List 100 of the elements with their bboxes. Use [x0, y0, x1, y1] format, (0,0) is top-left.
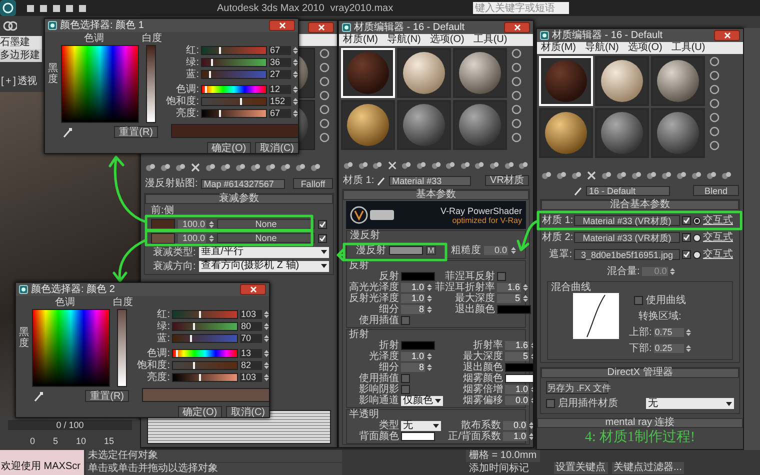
- slider-thumb[interactable]: [193, 362, 196, 369]
- menu-item[interactable]: 工具(U): [671, 42, 706, 54]
- mode-link[interactable]: 交互式: [703, 230, 733, 245]
- slider-thumb[interactable]: [176, 350, 178, 357]
- number-field[interactable]: 36: [269, 58, 291, 67]
- tool-icon[interactable]: [676, 170, 687, 180]
- slider-track[interactable]: [172, 310, 238, 319]
- tool-icon[interactable]: [343, 160, 354, 170]
- radio-button[interactable]: [693, 216, 701, 224]
- tool-icon[interactable]: [631, 170, 642, 180]
- close-button[interactable]: [308, 22, 334, 33]
- tool-icon[interactable]: [205, 162, 216, 172]
- menu-item[interactable]: 导航(N): [387, 34, 421, 46]
- tool-icon[interactable]: [721, 170, 732, 180]
- amount-field[interactable]: 100.0: [178, 234, 206, 242]
- slider-thumb[interactable]: [198, 374, 201, 381]
- material-name-field[interactable]: Material #33: [389, 176, 472, 186]
- slider-track[interactable]: [201, 58, 267, 67]
- color-swatch[interactable]: [151, 232, 175, 244]
- ok-button[interactable]: 确定(O): [178, 406, 222, 417]
- tool-icon[interactable]: [160, 162, 171, 172]
- checkbox[interactable]: [682, 250, 691, 259]
- material-slot[interactable]: [453, 48, 507, 98]
- mode-link[interactable]: 交互式: [703, 213, 733, 228]
- tool-icon[interactable]: [401, 160, 412, 170]
- delete-icon[interactable]: [190, 162, 201, 172]
- slider-thumb[interactable]: [192, 323, 195, 330]
- number-field[interactable]: 0.0: [505, 396, 529, 405]
- tool-icon[interactable]: [661, 170, 672, 180]
- checkbox[interactable]: [682, 216, 691, 225]
- tool-icon[interactable]: [706, 170, 717, 180]
- slider-track[interactable]: [201, 97, 267, 106]
- checkbox[interactable]: [682, 233, 691, 242]
- tool-icon[interactable]: [430, 160, 442, 170]
- color-spectrum[interactable]: [32, 309, 110, 387]
- number-field[interactable]: 70: [240, 334, 262, 343]
- cancel-button[interactable]: 取消(C): [255, 142, 298, 153]
- menu-item[interactable]: 选项(O): [628, 42, 662, 54]
- map-button[interactable]: None: [217, 233, 315, 243]
- slider-track[interactable]: [201, 109, 267, 118]
- number-field[interactable]: 1.0: [503, 432, 527, 441]
- material-type-button[interactable]: Blend: [693, 185, 739, 196]
- mode-link[interactable]: 交互式: [703, 247, 733, 262]
- whiteness-bar[interactable]: [117, 309, 127, 387]
- dropdown[interactable]: 查看方向(摄影机 Z 轴): [198, 260, 329, 272]
- tool-icon[interactable]: [504, 160, 514, 170]
- number-field[interactable]: 1.6: [505, 341, 529, 350]
- checkbox[interactable]: [634, 296, 643, 305]
- slider-thumb[interactable]: [198, 311, 201, 318]
- dropdown[interactable]: 仅颜色: [401, 396, 443, 406]
- tool-icon[interactable]: [616, 170, 627, 180]
- slider-thumb[interactable]: [210, 59, 213, 66]
- tool-icon[interactable]: [175, 162, 186, 172]
- amount-field[interactable]: 100.0: [178, 220, 206, 228]
- number-field[interactable]: 152: [269, 97, 291, 106]
- color-swatch[interactable]: [151, 218, 175, 230]
- tool-icon[interactable]: [691, 170, 702, 180]
- checkbox[interactable]: [401, 385, 410, 394]
- menu-item[interactable]: 选项(O): [430, 34, 464, 46]
- tool-icon[interactable]: [220, 162, 231, 172]
- number-field[interactable]: 82: [240, 361, 262, 370]
- tool-icon[interactable]: [265, 162, 276, 172]
- set-key-button[interactable]: 设置关键点: [554, 462, 608, 474]
- number-field[interactable]: 1.0: [401, 352, 425, 361]
- dropdown[interactable]: 垂直/平行: [198, 246, 329, 258]
- color-swatch[interactable]: [505, 363, 533, 372]
- number-field[interactable]: 5: [505, 352, 529, 361]
- key-filter-button[interactable]: 关键点过滤器...: [612, 462, 684, 474]
- material-slot[interactable]: [539, 108, 593, 158]
- rollout-header[interactable]: DirectX 管理器: [541, 368, 739, 378]
- checkbox[interactable]: [401, 374, 410, 383]
- slider-track[interactable]: [172, 322, 238, 331]
- color-swatch[interactable]: [505, 374, 533, 383]
- time-tag-button[interactable]: 添加时间标记: [466, 463, 540, 474]
- slider-track[interactable]: [201, 85, 267, 94]
- number-field[interactable]: 1.0: [401, 294, 425, 303]
- tool-icon[interactable]: [358, 160, 368, 170]
- ribbon-tab[interactable]: 石墨建: [0, 36, 42, 49]
- slider-thumb[interactable]: [218, 47, 221, 54]
- number-field[interactable]: 0.25: [654, 344, 684, 353]
- close-button[interactable]: [269, 20, 295, 31]
- number-field[interactable]: 0.0: [503, 421, 527, 430]
- rollout-header[interactable]: 混合基本参数: [541, 200, 739, 210]
- map-button[interactable]: None: [217, 219, 315, 229]
- delete-icon[interactable]: [386, 160, 398, 170]
- number-field[interactable]: 1.0: [505, 385, 529, 394]
- slider-track[interactable]: [201, 70, 267, 79]
- color-swatch[interactable]: [497, 305, 531, 314]
- maxscript-listener[interactable]: 欢迎使用 MAXScr: [0, 450, 84, 475]
- material-button[interactable]: 3_8d0e1be5f16951.jpg: [574, 249, 680, 260]
- tool-icon[interactable]: [601, 170, 612, 180]
- color-swatch[interactable]: [401, 272, 435, 281]
- tool-icon[interactable]: [145, 162, 156, 172]
- ribbon-tab[interactable]: 多边形建: [0, 49, 42, 62]
- material-button[interactable]: Material #33 (VR材质): [574, 215, 680, 226]
- tool-icon[interactable]: [310, 162, 321, 172]
- radio-button[interactable]: [693, 234, 701, 242]
- map-button[interactable]: M: [426, 246, 436, 254]
- color-spectrum[interactable]: [61, 45, 139, 123]
- radio-button[interactable]: [693, 250, 701, 258]
